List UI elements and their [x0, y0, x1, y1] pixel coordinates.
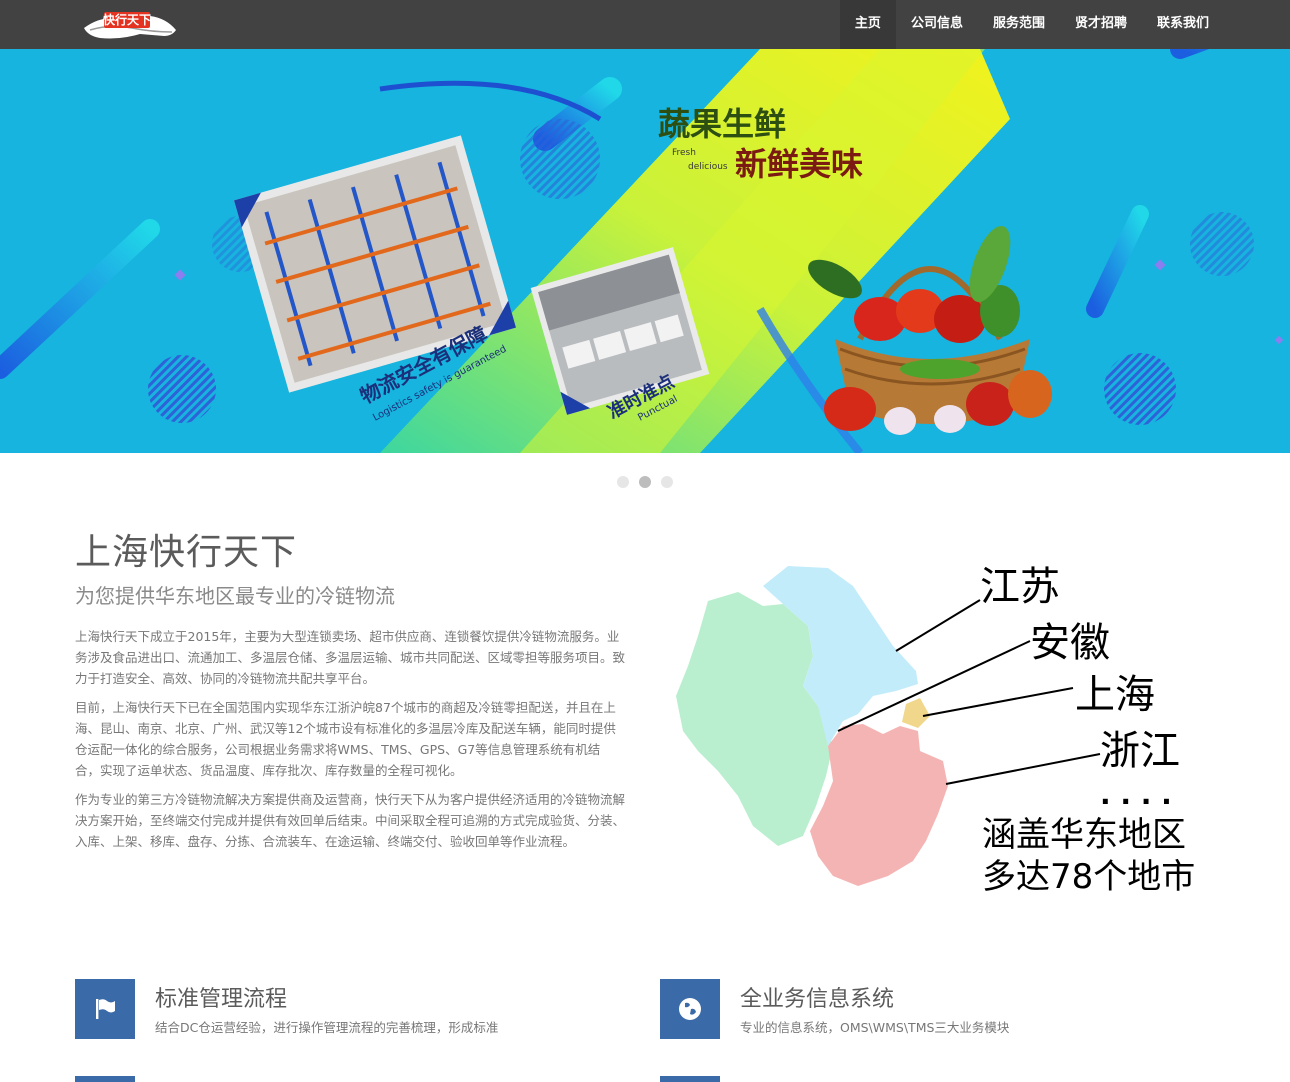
- nav-item-home[interactable]: 主页: [839, 0, 896, 49]
- intro-section: 上海快行天下 为您提供华东地区最专业的冷链物流 上海快行天下成立于2015年，主…: [75, 530, 625, 852]
- map-label-shanghai: 上海: [1075, 672, 1155, 718]
- flag-icon: [75, 979, 135, 1039]
- intro-title: 上海快行天下: [75, 532, 298, 573]
- banner-headline-en-2: delicious: [688, 162, 728, 172]
- feature-title: 全业务信息系统: [740, 987, 895, 1012]
- nav-item-company-info[interactable]: 公司信息: [896, 0, 978, 49]
- banner-headline-2: 新鲜美味: [735, 145, 863, 183]
- map-coverage-line-2: 多达78个地市: [982, 857, 1195, 896]
- map-label-jiangsu: 江苏: [980, 564, 1060, 610]
- intro-subtitle: 为您提供华东地区最专业的冷链物流: [75, 584, 395, 608]
- feature-icon-partial: [75, 1076, 135, 1082]
- feature-standard-process: 标准管理流程 结合DC仓运营经验，进行操作管理流程的完善梳理，形成标准: [75, 979, 595, 1049]
- nav-item-contact[interactable]: 联系我们: [1142, 0, 1224, 49]
- coverage-map: 江苏 安徽 上海 浙江 . . . . 涵盖华东地区 多达78个地市: [668, 556, 1228, 897]
- feature-icon-partial: [660, 1076, 720, 1082]
- map-region-zhejiang: [810, 724, 948, 886]
- carousel-dot-1[interactable]: [617, 476, 629, 488]
- globe-icon: [660, 979, 720, 1039]
- map-region-shanghai: [902, 698, 930, 728]
- main-nav: 主页 公司信息 服务范围 贤才招聘 联系我们: [839, 0, 1224, 49]
- intro-paragraph: 目前，上海快行天下已在全国范围内实现华东江浙沪皖87个城市的商超及冷链零担配送，…: [75, 700, 616, 778]
- map-coverage-line-1: 涵盖华东地区: [982, 815, 1186, 855]
- carousel-dot-2[interactable]: [639, 476, 651, 488]
- nav-item-services[interactable]: 服务范围: [978, 0, 1060, 49]
- carousel-indicators: [617, 476, 673, 488]
- hero-banner[interactable]: 物流安全有保障 Logistics safety is guaranteed 准…: [0, 49, 1290, 453]
- feature-title: 标准管理流程: [155, 987, 288, 1012]
- intro-paragraph: 作为专业的第三方冷链物流解决方案提供商及运营商，快行天下从为客户提供经济适用的冷…: [75, 792, 626, 849]
- intro-paragraph: 上海快行天下成立于2015年，主要为大型连锁卖场、超市供应商、连锁餐饮提供冷链物…: [75, 629, 626, 686]
- map-label-anhui: 安徽: [1030, 620, 1110, 666]
- company-logo[interactable]: 快行天下: [80, 6, 180, 44]
- feature-description: 结合DC仓运营经验，进行操作管理流程的完善梳理，形成标准: [155, 1020, 499, 1035]
- navbar: 快行天下 主页 公司信息 服务范围 贤才招聘 联系我们: [0, 0, 1290, 49]
- feature-info-system: 全业务信息系统 专业的信息系统，OMS\WMS\TMS三大业务模块: [660, 979, 1180, 1049]
- logo-text: 快行天下: [103, 12, 151, 27]
- map-label-zhejiang: 浙江: [1100, 728, 1180, 774]
- nav-item-careers[interactable]: 贤才招聘: [1060, 0, 1142, 49]
- banner-headline-1: 蔬果生鲜: [658, 105, 786, 143]
- banner-headline-en-1: Fresh: [672, 148, 696, 158]
- map-ellipsis: . . . .: [1100, 778, 1172, 811]
- feature-description: 专业的信息系统，OMS\WMS\TMS三大业务模块: [740, 1020, 1010, 1035]
- carousel-dot-3[interactable]: [661, 476, 673, 488]
